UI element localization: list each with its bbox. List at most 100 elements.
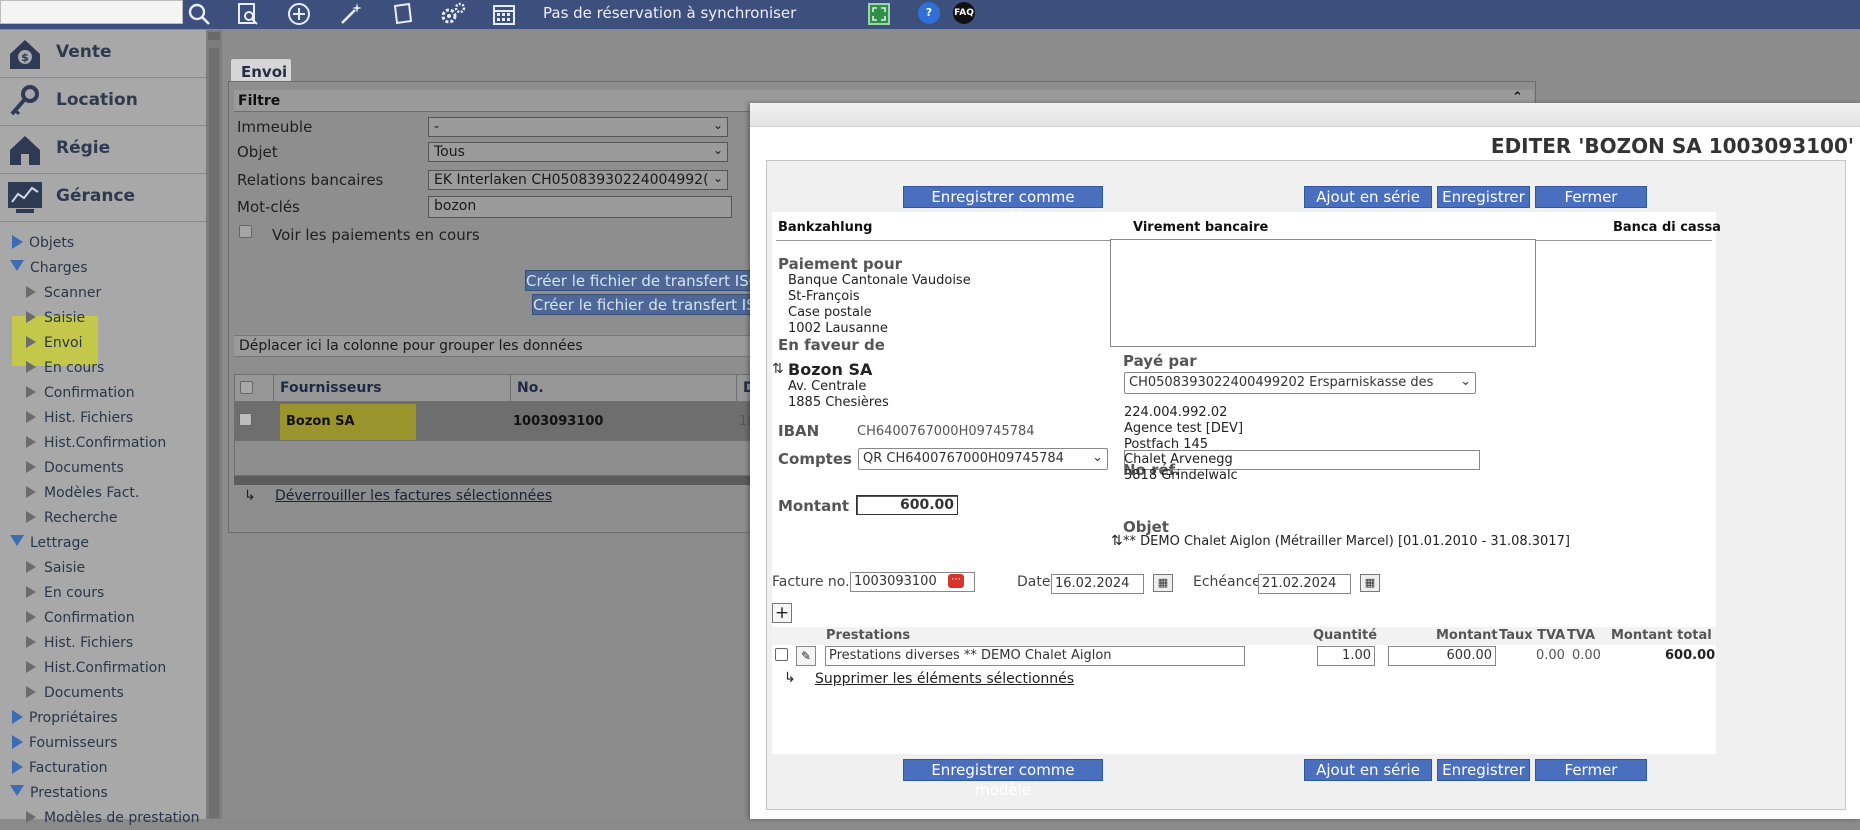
mot-cles-input[interactable]: bozon [428,196,732,218]
tree-charges-hist-confirmation[interactable]: Hist.Confirmation [26,431,166,455]
col-prestations: Prestations [826,628,911,643]
caret-right-icon [26,811,36,823]
save-as-template-button[interactable]: Enregistrer comme modèle [903,186,1103,226]
column-fournisseurs[interactable]: Fournisseurs [273,375,382,403]
column-no[interactable]: No. [510,375,544,403]
dialog-titlebar[interactable] [750,103,1860,127]
document-search-icon[interactable] [234,1,262,27]
table-row[interactable]: Bozon SA 1003093100 1( [234,402,754,446]
select-all-checkbox[interactable] [240,381,253,394]
tree-label: Modèles de prestation [44,810,200,826]
comptes-select[interactable]: QR CH6400767000H09745784 ⌄ [858,448,1108,470]
tab-envoi[interactable]: Envoi [230,58,292,82]
tree-charges-confirmation[interactable]: Confirmation [26,381,135,405]
module-gerance[interactable]: Gérance [0,174,206,222]
edit-pencil-icon[interactable]: ✎ [796,646,816,666]
tree-charges-modeles[interactable]: Modèles Fact. [26,481,139,505]
unlock-invoices-link[interactable]: Déverrouiller les factures sélectionnées [275,488,552,504]
montant-input[interactable]: 600.00 [856,495,958,515]
scroll-thumb[interactable] [209,48,219,818]
note-icon[interactable] [388,1,416,27]
tree-charges-documents[interactable]: Documents [26,456,124,480]
swap-icon[interactable]: ⇅ [1111,533,1123,549]
close-button[interactable]: Fermer [1535,186,1647,208]
delete-selected-link[interactable]: Supprimer les éléments sélectionnés [815,671,1074,687]
tree-charges-scanner[interactable]: Scanner [26,281,101,305]
tree-lettrage-en-cours[interactable]: En cours [26,581,104,605]
save-as-template-button-bottom[interactable]: Enregistrer comme modèle [903,759,1103,799]
select-value: - [434,119,440,135]
row-checkbox[interactable] [239,413,252,426]
tree-charges-hist-fichiers[interactable]: Hist. Fichiers [26,406,133,430]
save-button[interactable]: Enregistrer [1437,186,1530,208]
tree-lettrage-hist-fichiers[interactable]: Hist. Fichiers [26,631,133,655]
magic-wand-icon[interactable] [337,1,365,27]
tree-label: Hist.Confirmation [44,660,167,676]
tree-facturation[interactable]: Facturation [12,756,108,780]
expand-icon[interactable] [868,3,890,25]
quantite-input[interactable]: 1.00 [1317,646,1375,666]
echeance-input[interactable]: 21.02.2024 [1258,574,1351,594]
tree-charges-saisie[interactable]: Saisie [26,306,85,330]
payer-line: Agence test [DEV] [1124,421,1244,436]
edit-invoice-dialog: EDITER 'BOZON SA 1003093100' Enregistrer… [750,103,1860,819]
line-checkbox[interactable] [775,648,788,661]
add-circle-icon[interactable] [285,1,313,27]
group-by-zone[interactable]: Déplacer ici la colonne pour grouper les… [234,335,754,357]
prestation-input[interactable]: Prestations diverses ** DEMO Chalet Aigl… [825,646,1245,666]
calendar-icon[interactable]: ▦ [1360,574,1380,592]
tree-objets[interactable]: Objets [12,231,74,255]
relations-bancaires-select[interactable]: EK Interlaken CH05083930224004992(⌄ [428,170,728,190]
module-vente[interactable]: $ Vente [0,30,206,78]
tree-charges[interactable]: Charges [10,256,88,280]
sidebar-scrollbar[interactable] [206,30,222,819]
slip-header-left: Bankzahlung [778,220,873,235]
calendar-icon[interactable] [490,1,518,27]
tree-prestations[interactable]: Prestations [10,781,108,805]
tree-lettrage-confirmation[interactable]: Confirmation [26,606,135,630]
filter-label-motcles: Mot-clés [237,198,300,216]
date-input[interactable]: 16.02.2024 [1051,574,1144,594]
tree-prestations-modeles[interactable]: Modèles de prestation [26,806,199,830]
grid-scrollbar[interactable] [234,476,754,485]
create-transfer-file-button-2[interactable]: Créer le fichier de transfert ISO [532,294,751,315]
swap-icon[interactable]: ⇅ [772,361,784,377]
tree-label: Documents [44,460,124,476]
voir-paiements-checkbox[interactable] [239,225,252,238]
save-button-bottom[interactable]: Enregistrer [1437,759,1530,781]
tree-lettrage-documents[interactable]: Documents [26,681,124,705]
calendar-icon[interactable]: ▦ [1153,574,1173,592]
caret-right-icon [12,235,23,249]
scroll-up-arrow[interactable] [208,32,220,40]
tree-charges-recherche[interactable]: Recherche [26,506,118,530]
keyboard-icon[interactable]: ⋯ [948,574,964,588]
montant-line-input[interactable]: 600.00 [1388,646,1496,666]
tree-lettrage[interactable]: Lettrage [10,531,89,555]
immeuble-select[interactable]: - ⌄ [428,117,728,137]
paye-par-select[interactable]: CH0508393022400499202 Ersparniskasse des… [1124,372,1476,394]
add-line-button[interactable]: + [772,603,792,623]
create-transfer-file-button-1[interactable]: Créer le fichier de transfert ISO [525,270,751,291]
faq-icon[interactable]: FAQ [953,2,975,24]
gears-icon[interactable] [439,1,467,27]
module-location[interactable]: Location [0,78,206,126]
batch-add-button-bottom[interactable]: Ajout en série [1304,759,1432,781]
search-icon[interactable] [185,1,213,27]
tree-proprietaires[interactable]: Propriétaires [12,706,118,730]
batch-add-button[interactable]: Ajout en série [1304,186,1432,208]
search-input[interactable] [0,0,183,24]
close-button-bottom[interactable]: Fermer [1535,759,1647,781]
tree-fournisseurs[interactable]: Fournisseurs [12,731,117,755]
tree-charges-envoi[interactable]: Envoi [26,331,82,355]
tree-lettrage-hist-confirmation[interactable]: Hist.Confirmation [26,656,166,680]
caret-right-icon [26,611,36,623]
arrow-return-icon: ↳ [784,670,796,686]
tree-lettrage-saisie[interactable]: Saisie [26,556,85,580]
module-regie[interactable]: Régie [0,126,206,174]
filter-label-immeuble: Immeuble [237,118,313,136]
tree-charges-en-cours[interactable]: En cours [26,356,104,380]
row-no: 1003093100 [513,414,604,429]
objet-select[interactable]: Tous ⌄ [428,142,728,162]
message-textarea[interactable] [1110,239,1536,347]
help-icon[interactable]: ? [918,2,940,24]
